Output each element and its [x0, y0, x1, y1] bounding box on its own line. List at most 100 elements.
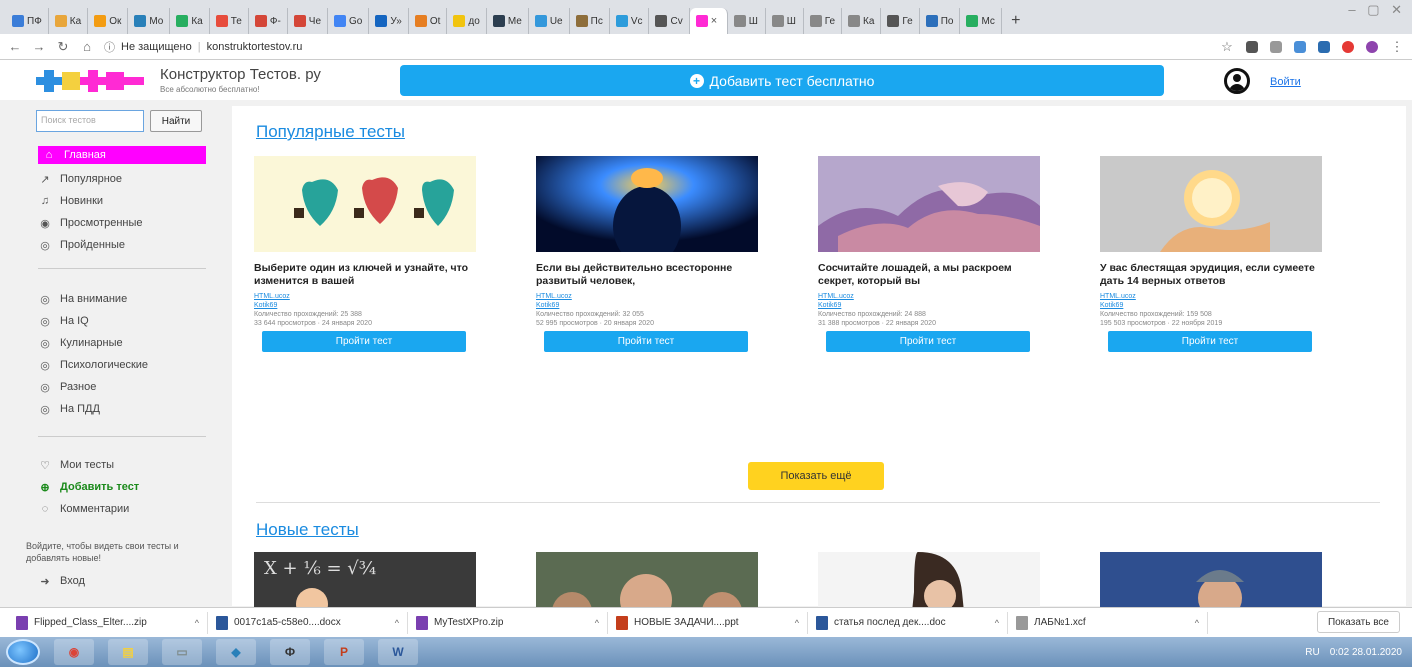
take-test-button[interactable]: Пройти тест: [262, 331, 466, 352]
taskbar-app-icon[interactable]: ▤: [108, 639, 148, 665]
test-card-author-link[interactable]: HTML.ucoz: [254, 292, 476, 301]
sidebar-item-attention[interactable]: ◎ На внимание: [38, 290, 127, 308]
browser-tab-active[interactable]: ×: [689, 8, 728, 34]
taskbar-app-icon[interactable]: P: [324, 639, 364, 665]
sidebar-item-traffic-rules[interactable]: ◎ На ПДД: [38, 400, 100, 418]
browser-tab[interactable]: Ге: [881, 8, 920, 34]
test-card-image[interactable]: [818, 156, 1040, 252]
test-card-author-link[interactable]: HTML.ucoz: [1100, 292, 1322, 301]
test-card-title[interactable]: Сосчитайте лошадей, а мы раскроем секрет…: [818, 262, 1040, 288]
browser-tab[interactable]: Мо: [128, 8, 171, 34]
add-test-button[interactable]: + Добавить тест бесплатно: [400, 65, 1164, 96]
taskbar-app-icon[interactable]: ◆: [216, 639, 256, 665]
test-card-image[interactable]: [1100, 156, 1322, 252]
taskbar-app-icon[interactable]: W: [378, 639, 418, 665]
language-indicator[interactable]: RU: [1305, 647, 1319, 658]
home-icon[interactable]: ⌂: [80, 39, 94, 54]
browser-tab[interactable]: У»: [369, 8, 409, 34]
test-card-title[interactable]: Если вы действительно всесторонне развит…: [536, 262, 758, 288]
test-card-user-link[interactable]: Kotik69: [1100, 301, 1322, 310]
profile-icon[interactable]: [1366, 40, 1378, 53]
browser-tab[interactable]: ПФ: [6, 8, 49, 34]
address-bar[interactable]: ⓘ Не защищено | konstruktortestov.ru: [104, 39, 302, 55]
browser-tab[interactable]: Ue: [529, 8, 570, 34]
new-tab-button[interactable]: +: [1002, 8, 1030, 34]
search-button[interactable]: Найти: [150, 110, 202, 132]
url-text[interactable]: konstruktortestov.ru: [207, 41, 303, 53]
browser-tab[interactable]: до: [447, 8, 487, 34]
sidebar-item-my-tests[interactable]: ♡ Мои тесты: [38, 456, 114, 474]
test-card-author-link[interactable]: HTML.ucoz: [818, 292, 1040, 301]
clock[interactable]: 0:02 28.01.2020: [1330, 647, 1402, 658]
chevron-up-icon[interactable]: ^: [995, 618, 999, 628]
chevron-up-icon[interactable]: ^: [595, 618, 599, 628]
extension-icon[interactable]: [1342, 40, 1354, 53]
browser-tab[interactable]: Cv: [649, 8, 690, 34]
login-link[interactable]: Войти: [1270, 76, 1301, 88]
sidebar-item-viewed[interactable]: ◉ Просмотренные: [38, 214, 142, 232]
extension-icon[interactable]: [1318, 40, 1330, 53]
show-more-button[interactable]: Показать ещё: [748, 462, 884, 490]
taskbar-app-icon[interactable]: ▭: [162, 639, 202, 665]
browser-tab[interactable]: По: [920, 8, 961, 34]
new-test-image[interactable]: [536, 552, 758, 607]
browser-tab[interactable]: Пс: [570, 8, 610, 34]
new-test-image[interactable]: X + ⅙ = √¾: [254, 552, 476, 607]
taskbar-app-icon[interactable]: ◉: [54, 639, 94, 665]
sidebar-item-psychology[interactable]: ◎ Психологические: [38, 356, 148, 374]
sidebar-item-new[interactable]: ♫ Новинки: [38, 192, 103, 210]
sidebar-item-misc[interactable]: ◎ Разное: [38, 378, 96, 396]
sidebar-item-home[interactable]: ⌂ Главная: [38, 146, 206, 164]
sidebar-item-comments[interactable]: ◌ Комментарии: [38, 500, 130, 518]
extension-icon[interactable]: [1246, 40, 1258, 53]
browser-tab[interactable]: Ок: [88, 8, 129, 34]
sidebar-item-completed[interactable]: ◎ Пройденные: [38, 236, 125, 254]
browser-tab[interactable]: Vc: [610, 8, 650, 34]
browser-tab[interactable]: Ф-: [249, 8, 288, 34]
bookmark-star-icon[interactable]: ☆: [1220, 39, 1234, 55]
sidebar-item-popular[interactable]: ↗ Популярное: [38, 170, 122, 188]
browser-tab[interactable]: Ка: [842, 8, 882, 34]
reload-icon[interactable]: ↻: [56, 39, 70, 55]
take-test-button[interactable]: Пройти тест: [1108, 331, 1312, 352]
new-tests-heading[interactable]: Новые тесты: [256, 520, 359, 540]
download-item[interactable]: ЛАБ№1.xcf ^: [1008, 611, 1208, 634]
take-test-button[interactable]: Пройти тест: [544, 331, 748, 352]
browser-tab[interactable]: Ш: [728, 8, 766, 34]
user-avatar-icon[interactable]: [1224, 68, 1250, 94]
test-card-image[interactable]: [254, 156, 476, 252]
test-card-user-link[interactable]: Kotik69: [818, 301, 1040, 310]
download-item[interactable]: 0017c1a5-c58e0....docx ^: [208, 611, 408, 634]
browser-tab[interactable]: Ге: [804, 8, 843, 34]
menu-icon[interactable]: ⋮: [1390, 39, 1404, 55]
chevron-up-icon[interactable]: ^: [1195, 618, 1199, 628]
site-logo[interactable]: [36, 68, 148, 94]
test-card-title[interactable]: Выберите один из ключей и узнайте, что и…: [254, 262, 476, 288]
back-icon[interactable]: ←: [8, 39, 22, 54]
window-controls[interactable]: ‒ ▢ ✕: [1348, 2, 1406, 18]
taskbar-app-icon[interactable]: Ф: [270, 639, 310, 665]
browser-tab[interactable]: Mc: [960, 8, 1002, 34]
browser-tab[interactable]: Ка: [170, 8, 210, 34]
start-button[interactable]: [6, 639, 40, 665]
download-item[interactable]: MyTestXPro.zip ^: [408, 611, 608, 634]
browser-tab[interactable]: Ме: [487, 8, 529, 34]
browser-tab[interactable]: Ot: [409, 8, 448, 34]
download-item[interactable]: Flipped_Class_Elter....zip ^: [8, 611, 208, 634]
test-card-user-link[interactable]: Kotik69: [536, 301, 758, 310]
sidebar-item-add-test[interactable]: ⊕ Добавить тест: [38, 478, 139, 496]
new-test-image[interactable]: [818, 552, 1040, 607]
show-all-downloads-button[interactable]: Показать все: [1316, 611, 1400, 633]
test-card-image[interactable]: [536, 156, 758, 252]
take-test-button[interactable]: Пройти тест: [826, 331, 1030, 352]
browser-tab[interactable]: Че: [288, 8, 329, 34]
test-card-author-link[interactable]: HTML.ucoz: [536, 292, 758, 301]
browser-tab[interactable]: Ш: [766, 8, 804, 34]
test-card-title[interactable]: У вас блестящая эрудиция, если сумеете д…: [1100, 262, 1322, 288]
info-icon[interactable]: ⓘ: [104, 39, 115, 55]
chevron-up-icon[interactable]: ^: [395, 618, 399, 628]
forward-icon[interactable]: →: [32, 39, 46, 54]
browser-tab[interactable]: Go: [328, 8, 370, 34]
chevron-up-icon[interactable]: ^: [795, 618, 799, 628]
browser-tab[interactable]: Те: [210, 8, 249, 34]
